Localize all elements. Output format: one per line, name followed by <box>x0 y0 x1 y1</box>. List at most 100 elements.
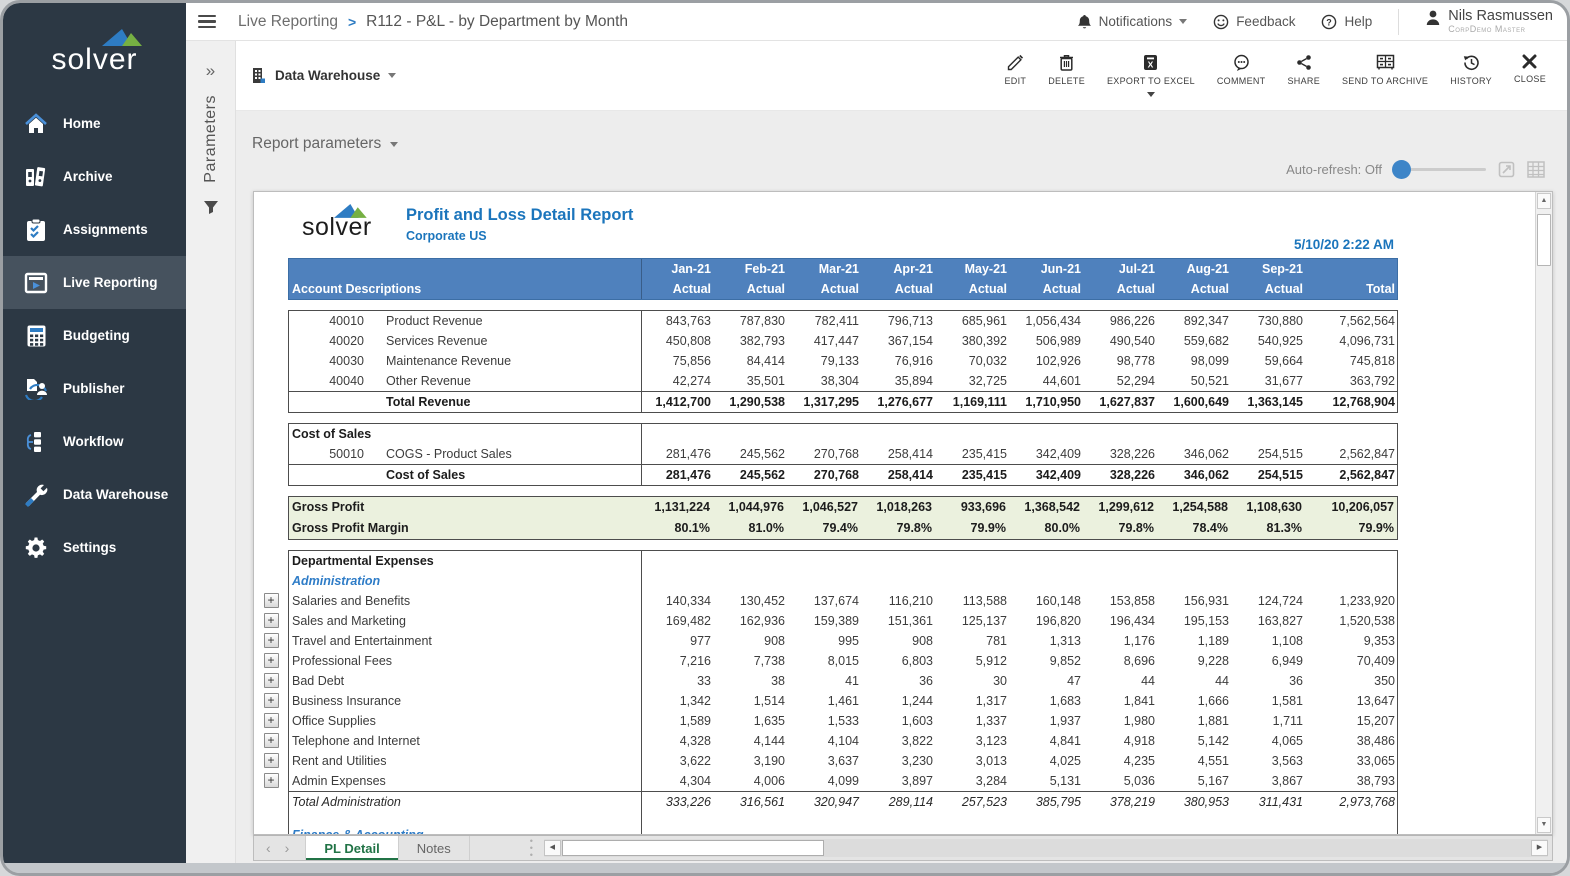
cell-value: 10,206,057 <box>1307 497 1399 518</box>
sidebar-item-label: Home <box>63 116 101 131</box>
sidebar-item-archive[interactable]: Archive <box>3 150 186 203</box>
assignments-icon <box>23 217 49 243</box>
sidebar-item-workflow[interactable]: Workflow <box>3 415 186 468</box>
filter-icon[interactable] <box>203 199 219 215</box>
expand-row-button[interactable]: + <box>264 693 279 708</box>
splitter-handle[interactable]: ••• <box>530 838 534 859</box>
comment-button[interactable]: COMMENT <box>1206 48 1277 92</box>
cell-value: 350 <box>1308 671 1400 691</box>
edit-button[interactable]: EDIT <box>993 48 1037 92</box>
expand-row-button[interactable]: + <box>264 753 279 768</box>
expand-row-button[interactable]: + <box>264 713 279 728</box>
breadcrumb-section[interactable]: Live Reporting <box>238 13 338 31</box>
cell-value: 380,953 <box>1160 792 1234 812</box>
cell-value <box>1308 551 1400 571</box>
tab-nav: ‹ › <box>254 836 305 860</box>
popout-icon[interactable] <box>1498 161 1515 178</box>
tab-notes[interactable]: Notes <box>399 836 470 860</box>
column-subheader: Actual <box>864 279 938 299</box>
share-button[interactable]: SHARE <box>1276 48 1331 92</box>
expand-row-button[interactable]: + <box>264 673 279 688</box>
row-values: 1,412,7001,290,5381,317,2951,276,6771,16… <box>641 392 1400 412</box>
cell-value: 1,520,538 <box>1308 611 1400 631</box>
cell-value: 32,725 <box>938 371 1012 391</box>
sidebar-item-assignments[interactable]: Assignments <box>3 203 186 256</box>
cell-value: 3,123 <box>938 731 1012 751</box>
cell-value: 254,515 <box>1234 465 1308 485</box>
row-values: 281,476245,562270,768258,414235,415342,4… <box>641 444 1400 464</box>
sidebar-item-settings[interactable]: Settings <box>3 521 186 574</box>
auto-refresh-slider[interactable] <box>1394 168 1486 171</box>
help-button[interactable]: ? Help <box>1321 14 1372 30</box>
report-title: Profit and Loss Detail Report <box>406 206 633 225</box>
expand-parameters-icon[interactable]: » <box>206 61 215 81</box>
export-dropdown-caret-icon[interactable] <box>1147 92 1155 97</box>
history-button[interactable]: HISTORY <box>1439 48 1503 92</box>
data-source-dropdown[interactable]: Data Warehouse <box>250 67 396 84</box>
expand-row-button[interactable]: + <box>264 593 279 608</box>
cell-value <box>790 571 864 591</box>
send-to-archive-button[interactable]: SEND TO ARCHIVE <box>1331 48 1439 92</box>
hamburger-menu-icon[interactable] <box>198 12 216 32</box>
vertical-scrollbar[interactable]: ▲ ▼ <box>1535 192 1552 834</box>
table-row: Rent and Utilities3,6223,1903,6373,2303,… <box>289 751 1397 771</box>
cell-value: 892,347 <box>1160 311 1234 331</box>
cell-value <box>1012 825 1086 834</box>
topbar-divider <box>1398 9 1399 35</box>
notifications-button[interactable]: Notifications <box>1077 14 1188 30</box>
sidebar-item-label: Assignments <box>63 222 148 237</box>
table-row: Business Insurance1,3421,5141,4611,2441,… <box>289 691 1397 711</box>
account-name: Other Revenue <box>386 374 471 388</box>
tab-scroll-right-icon[interactable]: › <box>285 840 290 856</box>
cell-value: 79,133 <box>790 351 864 371</box>
cell-value <box>1234 571 1308 591</box>
row-label: Bad Debt <box>289 671 641 691</box>
expand-row-button[interactable]: + <box>264 613 279 628</box>
account-code: 40040 <box>306 371 364 391</box>
cell-value <box>642 551 716 571</box>
tab-scroll-left-icon[interactable]: ‹ <box>266 840 271 856</box>
horizontal-scrollbar[interactable]: ◀ ▶ <box>544 839 1548 857</box>
column-header: Mar-21 <box>790 259 864 279</box>
expand-row-button[interactable]: + <box>264 773 279 788</box>
close-button[interactable]: CLOSE <box>1503 48 1557 90</box>
horizontal-scroll-thumb[interactable] <box>562 840 824 856</box>
cell-value: 38,304 <box>790 371 864 391</box>
export-to-excel-button[interactable]: XEXPORT TO EXCEL <box>1096 48 1206 103</box>
scroll-right-button[interactable]: ▶ <box>1531 840 1548 856</box>
tab-pl-detail[interactable]: PL Detail <box>305 836 398 860</box>
table-row: 40030Maintenance Revenue75,85684,41479,1… <box>289 351 1397 371</box>
cell-value <box>1160 424 1234 444</box>
topbar: Live Reporting > R112 - P&L - by Departm… <box>186 3 1567 41</box>
sidebar-item-live-reporting[interactable]: Live Reporting <box>3 256 186 309</box>
grid-view-icon[interactable] <box>1527 161 1545 178</box>
delete-button[interactable]: DELETE <box>1037 48 1096 92</box>
row-values: 1,3421,5141,4611,2441,3171,6831,8411,666… <box>641 691 1400 711</box>
auto-refresh-knob[interactable] <box>1392 160 1411 179</box>
cell-value: 70,032 <box>938 351 1012 371</box>
header-months-row: Jan-21Feb-21Mar-21Apr-21May-21Jun-21Jul-… <box>289 259 1397 279</box>
cell-value <box>1086 812 1160 825</box>
sheet-tab-strip: ‹ › PL DetailNotes ••• ◀ ▶ <box>253 835 1553 861</box>
feedback-button[interactable]: Feedback <box>1213 14 1295 30</box>
sidebar-item-publisher[interactable]: Publisher <box>3 362 186 415</box>
scroll-up-button[interactable]: ▲ <box>1537 193 1551 209</box>
sidebar-item-home[interactable]: Home <box>3 97 186 150</box>
sidebar-item-budgeting[interactable]: Budgeting <box>3 309 186 362</box>
cell-value <box>864 825 938 834</box>
expand-row-button[interactable]: + <box>264 633 279 648</box>
cell-value: 1,317,295 <box>790 392 864 412</box>
cell-value: 289,114 <box>864 792 938 812</box>
sidebar-item-data-warehouse[interactable]: Data Warehouse <box>3 468 186 521</box>
cell-value: 3,013 <box>938 751 1012 771</box>
report-parameters-dropdown[interactable]: Report parameters <box>252 135 442 153</box>
scroll-down-button[interactable]: ▼ <box>1537 817 1551 833</box>
expand-row-button[interactable]: + <box>264 733 279 748</box>
user-menu[interactable]: Nils Rasmussen CorpDemo Master <box>1425 9 1553 34</box>
help-icon: ? <box>1321 14 1337 30</box>
column-subheader: Actual <box>642 279 716 299</box>
scroll-left-button[interactable]: ◀ <box>544 840 561 856</box>
cell-value: 796,713 <box>864 311 938 331</box>
expand-row-button[interactable]: + <box>264 653 279 668</box>
vertical-scroll-thumb[interactable] <box>1537 214 1551 266</box>
